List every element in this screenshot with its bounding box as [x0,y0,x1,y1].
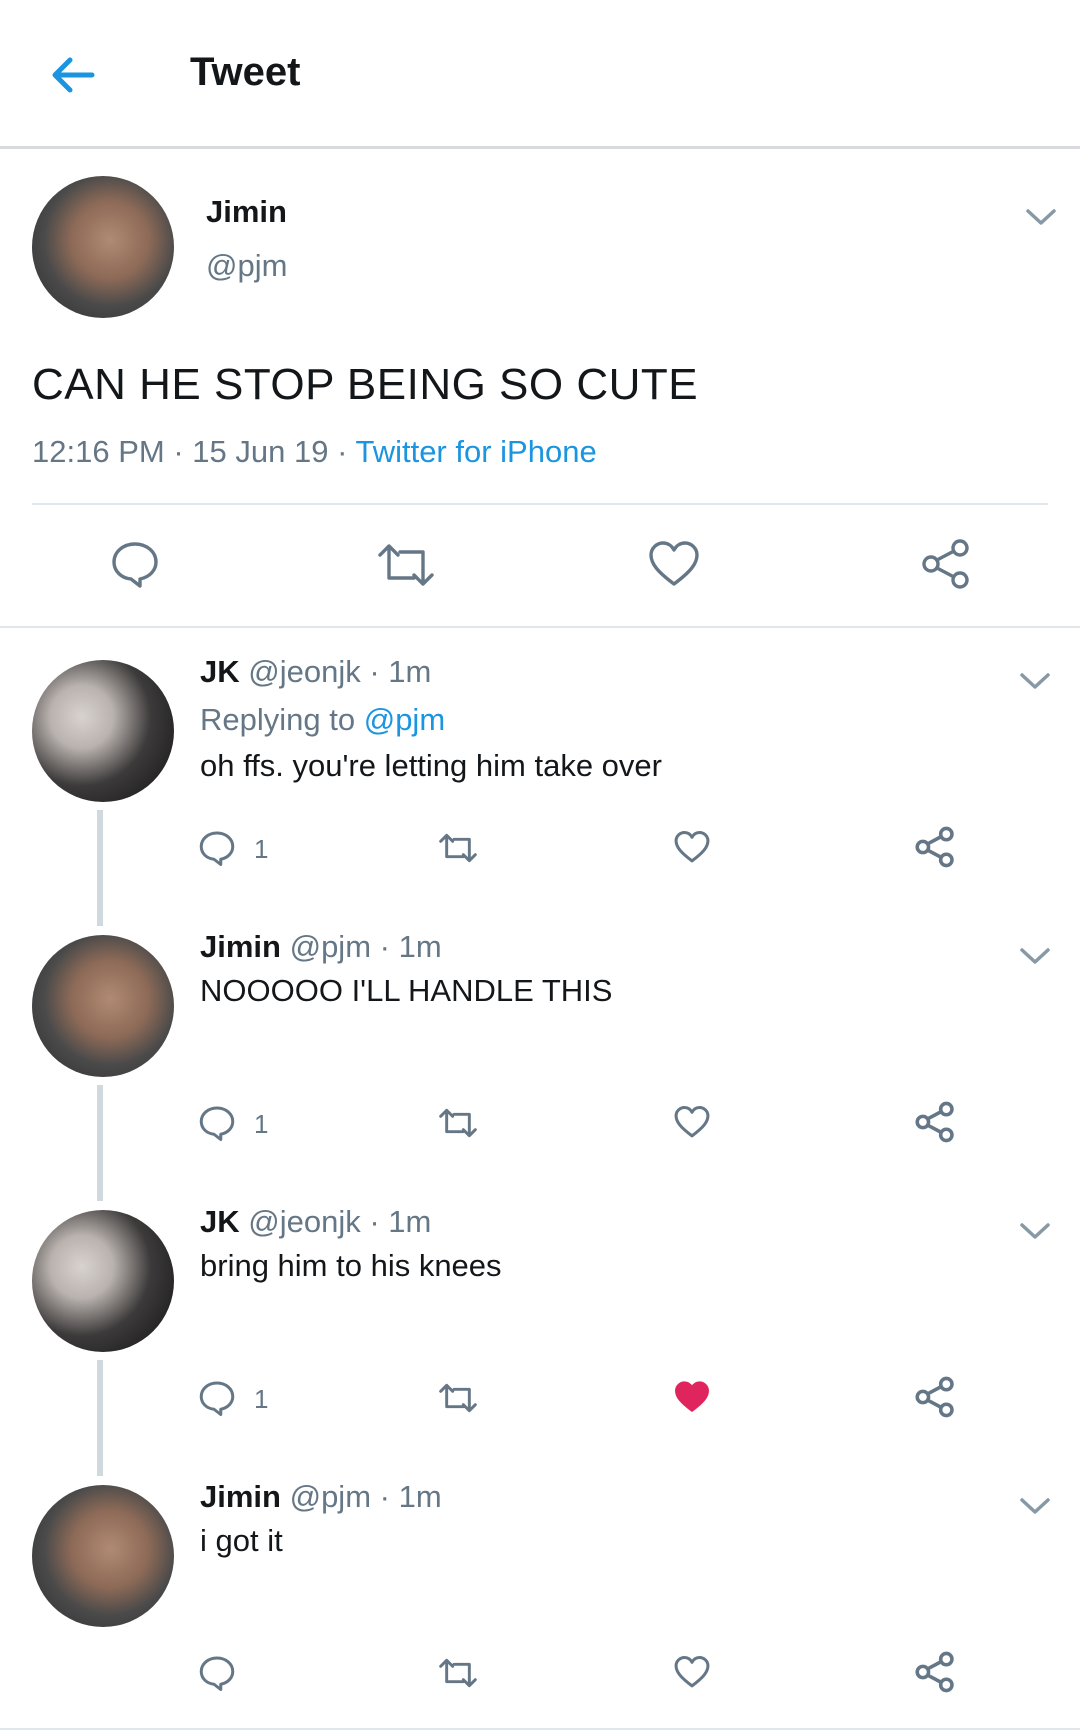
retweet-icon[interactable] [438,1657,478,1689]
reply-time: · 1m [369,654,432,689]
reply-icon[interactable] [198,1655,236,1691]
reply-text: i got it [200,1523,283,1558]
divider [32,503,1048,505]
reply-author-name[interactable]: JK [200,1204,240,1239]
reply-author-handle[interactable]: @jeonjk [248,654,360,689]
thread-line [97,810,103,926]
reply-time: · 1m [369,1204,432,1239]
reply-icon[interactable] [198,1105,236,1141]
reply-icon[interactable] [198,830,236,866]
reply-author-handle[interactable]: @pjm [290,1479,371,1514]
reply-author-name[interactable]: JK [200,654,240,689]
meta-separator: · [337,434,348,469]
chevron-down-icon[interactable] [1018,1220,1052,1242]
reply-icon[interactable] [198,1380,236,1416]
reply-time: · 1m [379,929,442,964]
reply-text: NOOOOO I'LL HANDLE THIS [200,973,613,1008]
avatar[interactable] [32,1210,174,1352]
meta-separator: · [173,434,184,469]
chevron-down-icon[interactable] [1018,1495,1052,1517]
back-arrow-icon[interactable] [48,50,98,100]
reply-author-name[interactable]: Jimin [200,1479,281,1514]
retweet-icon[interactable] [438,1382,478,1414]
replying-to-handle-link[interactable]: @pjm [364,702,445,737]
tweet-text: CAN HE STOP BEING SO CUTE [32,360,699,409]
chevron-down-icon[interactable] [1018,945,1052,967]
reply-header: Jimin @pjm · 1m [200,929,442,965]
share-icon[interactable] [914,1376,956,1418]
reply-count: 1 [254,1109,269,1139]
section-divider [0,1728,1080,1730]
avatar[interactable] [32,1485,174,1627]
reply-time: · 1m [379,1479,442,1514]
heart-icon[interactable] [674,1655,710,1689]
reply-text: oh ffs. you're letting him take over [200,748,662,783]
reply-author-name[interactable]: Jimin [200,929,281,964]
heart-icon[interactable] [674,1105,710,1139]
avatar[interactable] [32,176,174,318]
page-title: Tweet [190,50,301,94]
section-divider [0,626,1080,628]
author-handle[interactable]: @pjm [206,248,287,284]
reply-count: 1 [254,1384,269,1414]
thread-line [97,1360,103,1476]
reply-header: JK @jeonjk · 1m [200,1204,431,1240]
heart-icon[interactable] [674,830,710,864]
reply-header: JK @jeonjk · 1m [200,654,431,690]
reply-author-handle[interactable]: @pjm [290,929,371,964]
retweet-icon[interactable] [438,832,478,864]
top-bar: Tweet [0,0,1080,149]
heart-icon-liked[interactable] [674,1380,710,1414]
reply-author-handle[interactable]: @jeonjk [248,1204,360,1239]
chevron-down-icon[interactable] [1024,206,1058,228]
retweet-icon[interactable] [376,542,436,588]
replying-to-label: Replying to [200,702,356,737]
reply-header: Jimin @pjm · 1m [200,1479,442,1515]
reply-icon[interactable] [110,540,160,588]
tweet-source-link[interactable]: Twitter for iPhone [355,434,596,469]
avatar[interactable] [32,935,174,1077]
author-name[interactable]: Jimin [206,194,287,230]
heart-icon[interactable] [648,540,700,588]
tweet-meta: 12:16 PM · 15 Jun 19 · Twitter for iPhon… [32,434,597,470]
tweet-date: 15 Jun 19 [192,434,329,469]
tweet-time: 12:16 PM [32,434,165,469]
reply-count: 1 [254,834,269,864]
share-icon[interactable] [914,1101,956,1143]
reply-text: bring him to his knees [200,1248,502,1283]
avatar[interactable] [32,660,174,802]
share-icon[interactable] [920,538,972,590]
retweet-icon[interactable] [438,1107,478,1139]
thread-line [97,1085,103,1201]
share-icon[interactable] [914,826,956,868]
chevron-down-icon[interactable] [1018,670,1052,692]
replying-to: Replying to @pjm [200,702,445,738]
share-icon[interactable] [914,1651,956,1693]
